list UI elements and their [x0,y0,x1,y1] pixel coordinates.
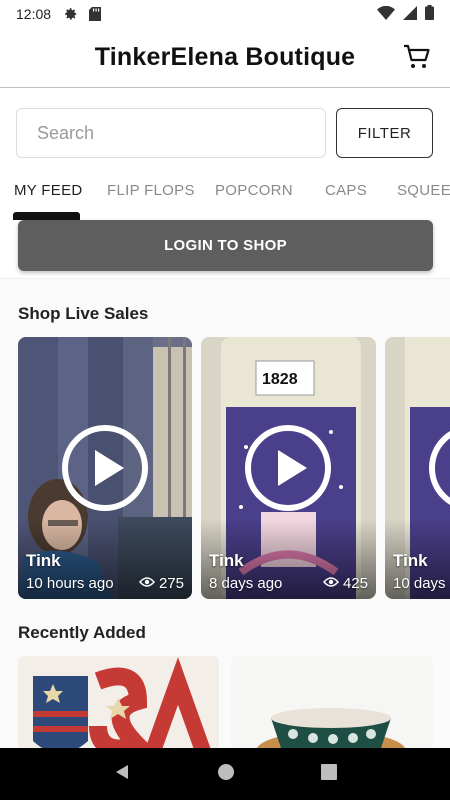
seller-name: Tink [209,551,244,570]
active-tab-indicator [13,212,80,220]
login-to-shop-button[interactable]: LOGIN TO SHOP [18,220,433,271]
status-time: 12:08 [16,6,52,22]
view-count: 425 [322,575,368,592]
product-thumbnail [231,656,433,756]
play-icon[interactable] [60,423,150,513]
sale-time: 8 days ago [209,575,283,592]
back-icon[interactable] [113,763,131,786]
tab-caps[interactable]: CAPS [325,182,367,199]
jar-number-label: 1828 [262,371,298,388]
view-count-value: 275 [158,575,184,592]
play-icon[interactable] [427,423,450,513]
eye-icon [322,575,339,592]
battery-icon [425,5,434,23]
sale-time: 10 days [393,575,446,592]
view-count-value: 425 [342,575,368,592]
search-input[interactable] [16,108,326,158]
live-sale-card[interactable]: Tink 10 hours ago 275 [18,337,192,599]
live-sales-title: Shop Live Sales [18,304,149,323]
recently-added-title: Recently Added [18,623,146,642]
play-icon[interactable] [243,423,333,513]
sale-time: 10 hours ago [26,575,114,592]
tab-flip-flops[interactable]: FLIP FLOPS [107,182,195,199]
live-sale-card[interactable]: Tink 10 days [385,337,450,599]
status-bar: 12:08 [0,0,450,28]
home-icon[interactable] [217,763,235,786]
product-card[interactable] [231,656,433,756]
live-sale-card[interactable]: 1828 Tink 8 days ago 425 [201,337,376,599]
search-row: FILTER [16,108,434,160]
category-tabs: MY FEED FLIP FLOPS POPCORN CAPS SQUEE [0,176,450,216]
seller-name: Tink [26,551,61,570]
cart-icon[interactable] [402,42,432,72]
tab-popcorn[interactable]: POPCORN [215,182,293,199]
sd-card-icon [87,6,103,22]
view-count: 275 [138,575,184,592]
settings-icon [63,6,79,22]
tab-squee[interactable]: SQUEE [397,182,450,199]
system-nav-bar [0,748,450,800]
tab-my-feed[interactable]: MY FEED [14,182,83,199]
seller-name: Tink [393,551,428,570]
eye-icon [138,575,155,592]
page-title: TinkerElena Boutique [94,43,356,71]
app-header: TinkerElena Boutique [0,28,450,88]
product-card[interactable] [18,656,219,756]
wifi-icon [377,5,395,23]
filter-button[interactable]: FILTER [336,108,433,158]
product-thumbnail [18,656,219,756]
signal-icon [403,5,417,23]
recents-icon[interactable] [321,763,337,785]
